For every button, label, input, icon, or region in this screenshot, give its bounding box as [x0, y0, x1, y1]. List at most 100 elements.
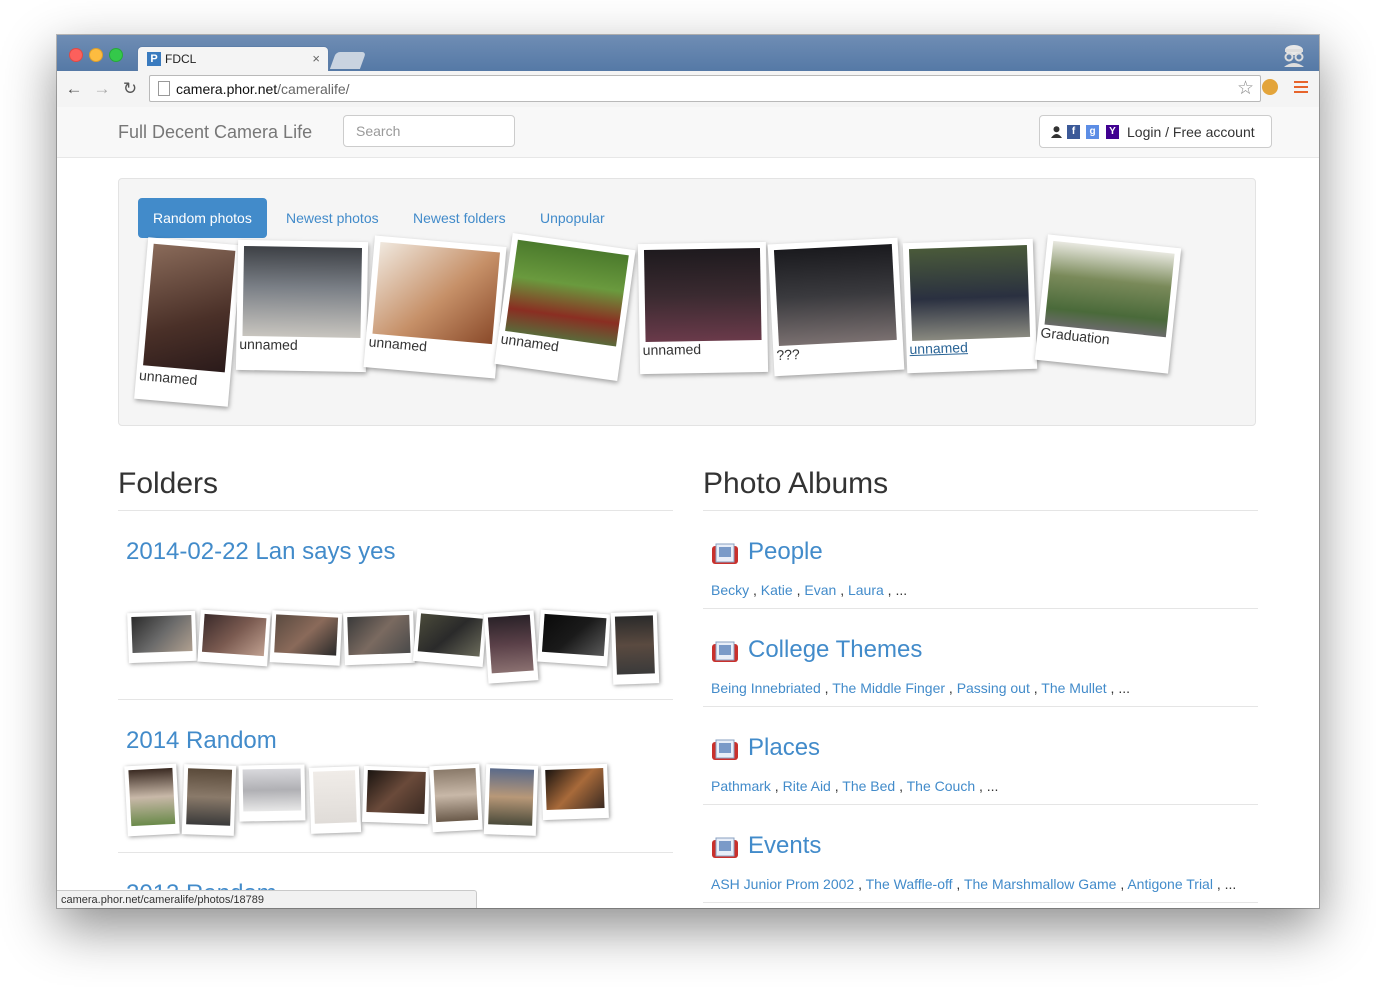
photo-card[interactable]: unnamed [363, 235, 507, 379]
photo-card[interactable]: unnamed [235, 239, 369, 373]
cookie-extension-icon[interactable] [1262, 79, 1278, 95]
tag-link[interactable]: Being Innebriated [711, 680, 821, 696]
folder-thumb[interactable] [269, 610, 343, 666]
album-icon [712, 543, 738, 564]
search-input[interactable] [343, 115, 515, 147]
tag-link[interactable]: ASH Junior Prom 2002 [711, 876, 854, 892]
close-window-button[interactable] [69, 48, 83, 62]
divider [703, 902, 1258, 903]
folder-thumb[interactable] [343, 610, 415, 666]
incognito-icon [1284, 45, 1304, 67]
page-viewport: Full Decent Camera Life f g Y Login / Fr… [57, 107, 1319, 908]
folder-thumb[interactable] [308, 766, 362, 834]
albums-heading: Photo Albums [703, 467, 889, 500]
folder-thumb[interactable] [429, 763, 483, 833]
album-title[interactable]: Places [748, 734, 820, 762]
divider [703, 510, 1258, 511]
folder-title[interactable]: 2014 Random [126, 727, 277, 755]
divider [703, 608, 1258, 609]
bookmark-star-icon[interactable]: ☆ [1237, 77, 1254, 100]
more-tags: ... [895, 582, 908, 598]
minimize-window-button[interactable] [89, 48, 103, 62]
photo-caption[interactable]: unnamed [909, 339, 968, 357]
photo-image [143, 243, 236, 373]
tag-link[interactable]: The Waffle-off [866, 876, 953, 892]
address-bar[interactable]: camera.phor.net/cameralife/ ☆ [149, 75, 1261, 102]
tag-link[interactable]: The Middle Finger [832, 680, 945, 696]
photo-card[interactable]: unnamed [494, 233, 636, 381]
tag-link[interactable]: The Bed [842, 778, 895, 794]
folder-thumb[interactable] [483, 610, 539, 684]
photo-card[interactable]: unnamed [134, 237, 242, 407]
tag-link[interactable]: Katie [761, 582, 793, 598]
tab-title: FDCL [165, 52, 197, 66]
tag-link[interactable]: Evan [804, 582, 836, 598]
photo-caption: unnamed [239, 335, 298, 353]
tag-link[interactable]: Laura [848, 582, 884, 598]
site-brand[interactable]: Full Decent Camera Life [118, 122, 312, 143]
folder-thumb[interactable] [610, 611, 660, 685]
tab-unpopular[interactable]: Unpopular [525, 198, 620, 238]
browser-window: P FDCL × ← → ↻ camera.phor.net/cameralif… [57, 35, 1319, 908]
browser-toolbar: ← → ↻ camera.phor.net/cameralife/ ☆ [57, 71, 1319, 108]
photo-card[interactable]: unnamed [637, 241, 769, 375]
page-icon [158, 81, 170, 96]
browser-tab[interactable]: P FDCL × [137, 46, 329, 72]
featured-photos-panel: Random photos Newest photos Newest folde… [118, 178, 1256, 426]
tag-link[interactable]: Pathmark [711, 778, 771, 794]
folder-thumb[interactable] [541, 763, 609, 821]
album-title[interactable]: College Themes [748, 636, 922, 664]
tag-link[interactable]: Passing out [957, 680, 1030, 696]
photo-image [643, 247, 762, 343]
album-title[interactable]: Events [748, 832, 821, 860]
url-text: camera.phor.net/cameralife/ [176, 81, 350, 97]
folder-thumb[interactable] [127, 610, 197, 664]
folder-thumb[interactable] [362, 765, 430, 825]
album-icon [712, 837, 738, 858]
folder-thumb[interactable] [483, 764, 539, 836]
new-tab-button[interactable] [329, 52, 367, 69]
tag-link[interactable]: The Marshmallow Game [964, 876, 1117, 892]
tab-newest-folders[interactable]: Newest folders [398, 198, 521, 238]
tag-link[interactable]: Rite Aid [783, 778, 831, 794]
forward-icon[interactable]: → [92, 79, 112, 99]
folder-thumb[interactable] [238, 764, 306, 822]
tab-random-photos[interactable]: Random photos [138, 198, 267, 238]
reload-icon[interactable]: ↻ [120, 79, 140, 99]
title-bar: P FDCL × [57, 35, 1319, 72]
photo-caption: unnamed [138, 366, 199, 389]
photo-image [505, 239, 629, 347]
more-tags: ... [1224, 876, 1237, 892]
divider [703, 804, 1258, 805]
folder-thumb[interactable] [124, 763, 180, 837]
tag-link[interactable]: Becky [711, 582, 749, 598]
photo-image [908, 244, 1031, 342]
photo-card[interactable]: ??? [767, 237, 905, 377]
folder-thumb[interactable] [412, 609, 488, 667]
login-button[interactable]: f g Y Login / Free account [1039, 115, 1272, 148]
folder-title[interactable]: 2014-02-22 Lan says yes [126, 538, 396, 566]
tag-link[interactable]: The Couch [907, 778, 975, 794]
yahoo-icon: Y [1106, 125, 1119, 139]
more-tags: ... [1118, 680, 1130, 696]
photo-image [1044, 240, 1175, 338]
photo-card[interactable]: unnamed [902, 238, 1038, 374]
back-icon[interactable]: ← [64, 79, 84, 99]
tag-link[interactable]: Antigone Trial [1127, 876, 1213, 892]
photo-card[interactable]: Graduation [1034, 234, 1182, 374]
zoom-window-button[interactable] [109, 48, 123, 62]
folder-thumb[interactable] [197, 609, 271, 667]
album-icon [712, 641, 738, 662]
divider [703, 706, 1258, 707]
chrome-menu-icon[interactable] [1294, 81, 1308, 96]
tab-newest-photos[interactable]: Newest photos [271, 198, 394, 238]
folders-heading: Folders [118, 467, 219, 500]
tag-link[interactable]: The Mullet [1041, 680, 1106, 696]
user-icon [1051, 126, 1062, 138]
folder-thumb[interactable] [181, 764, 237, 836]
google-icon: g [1086, 125, 1099, 139]
folder-thumb[interactable] [537, 609, 611, 667]
photo-caption: ??? [776, 345, 801, 364]
tab-close-icon[interactable]: × [312, 51, 320, 66]
album-title[interactable]: People [748, 538, 823, 566]
